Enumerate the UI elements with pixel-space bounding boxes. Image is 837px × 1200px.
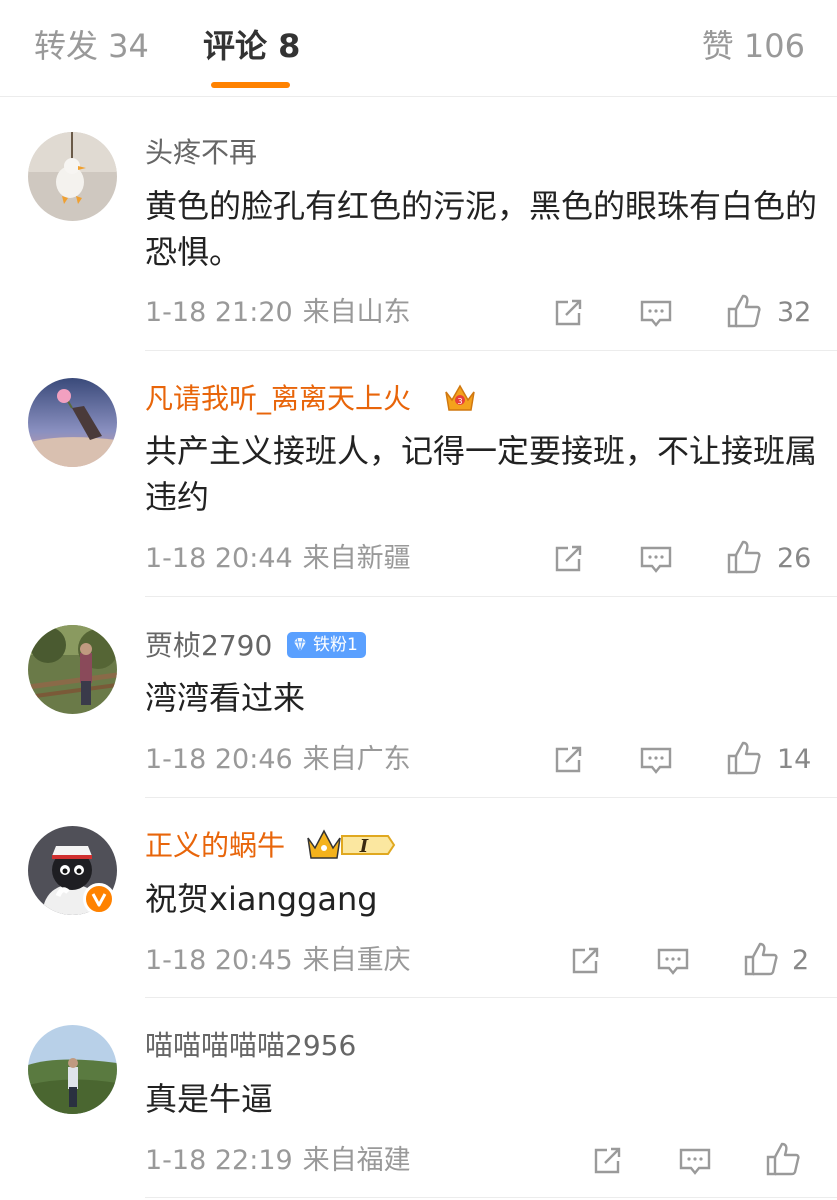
share-button[interactable] (587, 1141, 627, 1181)
thumbs-up-icon (727, 294, 761, 328)
duck-figurine-avatar-icon (28, 132, 117, 221)
comment-text: 真是牛逼 (145, 1080, 274, 1118)
like-count: 32 (777, 297, 812, 328)
like-count: 14 (777, 744, 812, 775)
comment-location: 来自重庆 (302, 945, 411, 976)
person-landscape-avatar-icon (28, 1025, 117, 1114)
like-count: 2 (792, 945, 810, 976)
comment-text: 湾湾看过来 (145, 679, 306, 717)
share-icon (555, 746, 582, 773)
comment-time: 1-18 20:44 (145, 543, 293, 574)
like-button[interactable] (724, 738, 764, 778)
thumbs-up-icon (744, 942, 778, 976)
divider (145, 596, 837, 597)
like-button[interactable] (741, 939, 781, 979)
comment-text: 祝贺xianggang (145, 880, 378, 918)
comment-meta: 1-18 20:45 来自重庆 (145, 945, 411, 977)
diamond-icon (294, 637, 306, 653)
share-button[interactable] (548, 293, 588, 333)
avatar[interactable] (28, 378, 117, 467)
share-button[interactable] (565, 941, 605, 981)
comment-meta: 1-18 21:20 来自山东 (145, 297, 411, 329)
comment-text: 共产主义接班人，记得一定要接班，不让接班属违约 (145, 432, 818, 516)
thumbs-up-icon (766, 1142, 800, 1176)
comment-icon (640, 300, 672, 327)
crown-vip-icon[interactable]: 3 (442, 380, 478, 416)
share-icon (572, 947, 599, 974)
share-button[interactable] (548, 539, 588, 579)
comment-time: 1-18 22:19 (145, 1145, 293, 1176)
person-on-bridge-avatar-icon (28, 625, 117, 714)
username[interactable]: 喵喵喵喵喵2956 (145, 1029, 356, 1063)
username[interactable]: 正义的蜗牛 (145, 829, 285, 863)
divider (145, 350, 837, 351)
share-icon (555, 299, 582, 326)
like-button[interactable] (763, 1139, 803, 1179)
thumbs-up-icon (727, 741, 761, 775)
avatar[interactable] (28, 132, 117, 221)
comment-time: 1-18 20:45 (145, 945, 293, 976)
comment-time: 1-18 20:46 (145, 744, 293, 775)
username[interactable]: 贾桢2790 (145, 629, 272, 663)
comment-icon (640, 546, 672, 573)
fan-level-label: 铁粉1 (313, 635, 358, 655)
crown-level-i-icon[interactable]: I (306, 826, 396, 864)
avatar[interactable] (28, 625, 117, 714)
tab-reposts[interactable]: 转发 34 (34, 26, 149, 66)
comment-button[interactable] (636, 293, 676, 333)
comment-button[interactable] (675, 1141, 715, 1181)
avatar[interactable] (28, 1025, 117, 1114)
comment-icon (657, 948, 689, 975)
like-count: 26 (777, 543, 812, 574)
svg-text:I: I (359, 836, 369, 857)
svg-text:3: 3 (457, 397, 462, 406)
verified-v-icon (83, 883, 115, 915)
like-button[interactable] (724, 291, 764, 331)
comment-location: 来自新疆 (302, 543, 411, 574)
share-icon (555, 545, 582, 572)
share-button[interactable] (548, 740, 588, 780)
comment-button[interactable] (636, 539, 676, 579)
comment-time: 1-18 21:20 (145, 297, 293, 328)
comment-location: 来自山东 (302, 297, 411, 328)
comment-meta: 1-18 20:44 来自新疆 (145, 543, 411, 575)
share-icon (594, 1147, 621, 1174)
comment-button[interactable] (653, 941, 693, 981)
thumbs-up-icon (727, 540, 761, 574)
divider (145, 797, 837, 798)
comment-text: 黄色的脸孔有红色的污泥，黑色的眼珠有白色的恐惧。 (145, 187, 818, 271)
username[interactable]: 凡请我听_离离天上火 (145, 382, 411, 416)
active-tab-indicator (211, 82, 290, 88)
divider (145, 1197, 837, 1198)
like-button[interactable] (724, 537, 764, 577)
comment-meta: 1-18 20:46 来自广东 (145, 744, 411, 776)
comment-meta: 1-18 22:19 来自福建 (145, 1145, 411, 1177)
comment-button[interactable] (636, 740, 676, 780)
hand-holding-flower-avatar-icon (28, 378, 117, 467)
divider (145, 997, 837, 998)
tab-likes[interactable]: 赞 106 (702, 26, 805, 66)
comment-location: 来自广东 (302, 744, 411, 775)
username[interactable]: 头疼不再 (145, 136, 257, 170)
fan-level-badge[interactable]: 铁粉1 (287, 632, 366, 658)
comment-location: 来自福建 (302, 1145, 411, 1176)
comment-icon (640, 747, 672, 774)
comment-tabs: 转发 34 评论 8 赞 106 (0, 0, 837, 97)
comment-icon (679, 1148, 711, 1175)
